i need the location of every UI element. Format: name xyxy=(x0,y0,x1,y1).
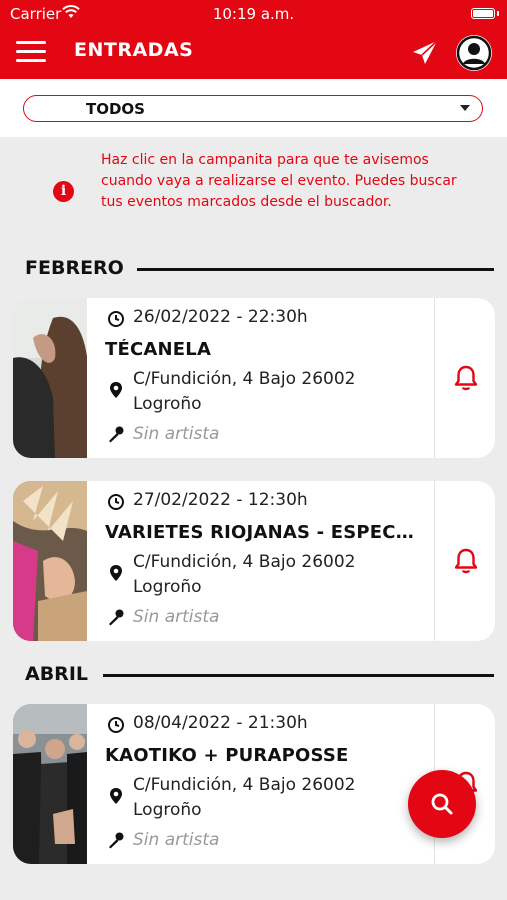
microphone-icon xyxy=(109,609,124,626)
event-artist: Sin artista xyxy=(133,607,220,627)
address-line1: C/Fundición, 4 Bajo 26002 xyxy=(133,369,356,389)
microphone-icon xyxy=(109,426,124,443)
event-address: C/Fundición, 4 Bajo 26002 Logroño xyxy=(133,367,413,417)
address-line1: C/Fundición, 4 Bajo 26002 xyxy=(133,775,356,795)
event-card[interactable]: 26/02/2022 - 22:30h TÉCANELA C/Fundición… xyxy=(13,298,495,458)
battery-icon xyxy=(471,8,495,19)
month-header: FEBRERO xyxy=(25,257,495,283)
info-notice: i Haz clic en la campanita para que te a… xyxy=(0,137,507,242)
event-address: C/Fundición, 4 Bajo 26002 Logroño xyxy=(133,550,413,600)
clock: 10:19 a.m. xyxy=(212,5,295,23)
event-image xyxy=(13,298,87,458)
location-pin-icon xyxy=(110,788,122,804)
search-icon xyxy=(431,793,453,815)
select-value: TODOS xyxy=(86,100,145,118)
search-button[interactable] xyxy=(408,770,476,838)
month-header: ABRIL xyxy=(25,663,495,689)
notice-text: Haz clic en la campanita para que te avi… xyxy=(101,152,457,210)
event-title: KAOTIKO + PURAPOSSE xyxy=(105,745,349,766)
location-pin-icon xyxy=(110,382,122,398)
filter-bar: TODOS xyxy=(0,79,507,137)
event-title: TÉCANELA xyxy=(105,339,212,360)
address-line2: Logroño xyxy=(133,800,202,820)
status-bar: Carrier 10:19 a.m. xyxy=(0,0,507,28)
clock-icon xyxy=(108,311,124,327)
chevron-down-icon xyxy=(460,105,470,111)
event-date: 08/04/2022 - 21:30h xyxy=(133,713,308,733)
app-bar: ENTRADAS xyxy=(0,28,507,79)
address-line1: C/Fundición, 4 Bajo 26002 xyxy=(133,552,356,572)
clock-icon xyxy=(108,717,124,733)
month-label: ABRIL xyxy=(25,663,88,685)
month-divider xyxy=(103,674,494,677)
event-date: 27/02/2022 - 12:30h xyxy=(133,490,308,510)
page-title: ENTRADAS xyxy=(74,39,194,61)
event-image xyxy=(13,481,87,641)
event-title: VARIETES RIOJANAS - ESPECI... xyxy=(105,522,420,543)
info-icon: i xyxy=(53,181,74,202)
event-address: C/Fundición, 4 Bajo 26002 Logroño xyxy=(133,773,413,823)
address-line2: Logroño xyxy=(133,577,202,597)
event-card[interactable]: 27/02/2022 - 12:30h VARIETES RIOJANAS - … xyxy=(13,481,495,641)
event-artist: Sin artista xyxy=(133,830,220,850)
location-pin-icon xyxy=(110,565,122,581)
microphone-icon xyxy=(109,832,124,849)
address-line2: Logroño xyxy=(133,394,202,414)
month-label: FEBRERO xyxy=(25,257,124,279)
event-date: 26/02/2022 - 22:30h xyxy=(133,307,308,327)
battery-tip xyxy=(497,11,499,16)
card-divider xyxy=(434,481,435,641)
month-divider xyxy=(137,268,494,271)
clock-icon xyxy=(108,494,124,510)
card-divider xyxy=(434,298,435,458)
hamburger-icon[interactable] xyxy=(16,41,46,65)
user-icon[interactable] xyxy=(456,35,492,71)
event-image xyxy=(13,704,87,864)
bell-icon[interactable] xyxy=(453,364,479,392)
bell-icon[interactable] xyxy=(453,547,479,575)
event-artist: Sin artista xyxy=(133,424,220,444)
send-icon[interactable] xyxy=(410,38,440,68)
category-select[interactable]: TODOS xyxy=(23,95,483,122)
